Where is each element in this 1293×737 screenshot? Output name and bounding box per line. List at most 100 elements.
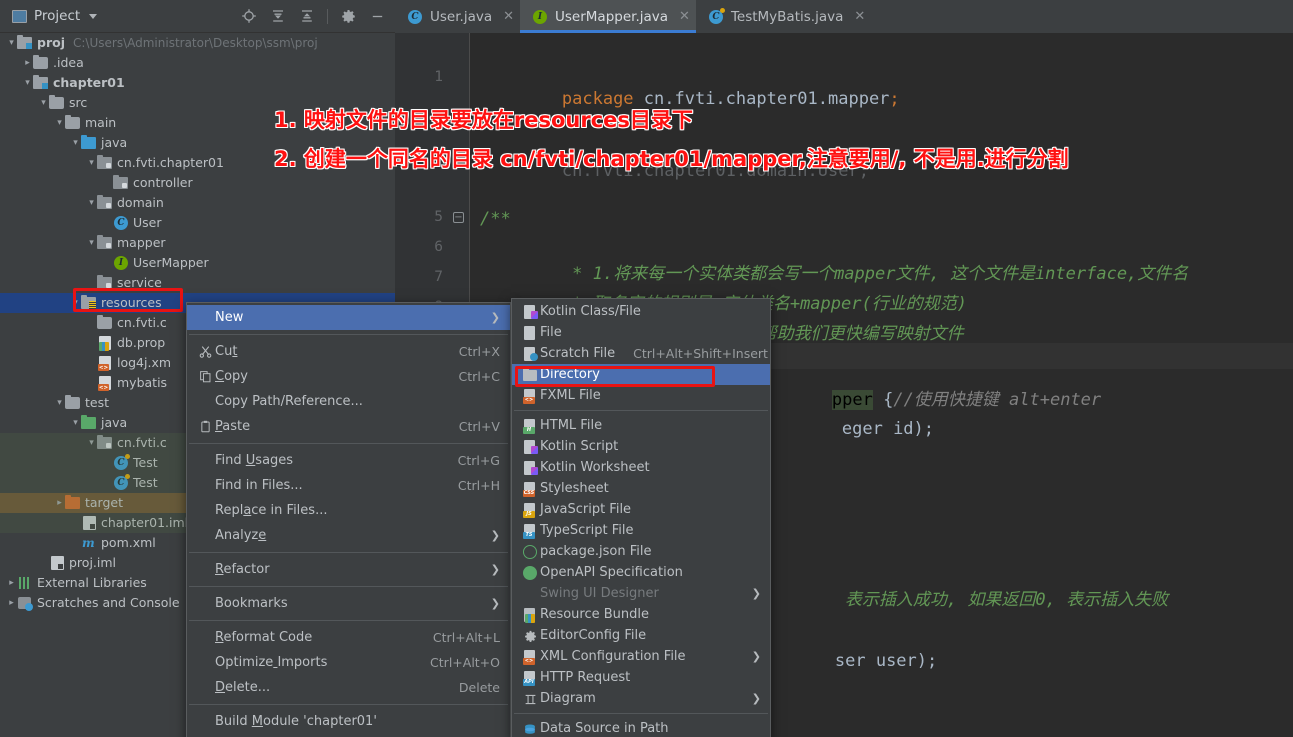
new-submenu[interactable]: Kotlin Class/File File Scratch File Ctrl+Al… (511, 298, 771, 737)
menu-item-delete[interactable]: Delete... Delete (187, 675, 510, 700)
chevron-right-icon: ❯ (490, 529, 500, 542)
chevron-down-icon[interactable]: ▾ (70, 298, 81, 309)
menu-item-paste[interactable]: Paste Ctrl+V (187, 414, 510, 439)
new-menu-item-resource-bundle[interactable]: Resource Bundle (512, 604, 770, 625)
menu-item-label: Resource Bundle (540, 607, 650, 622)
chevron-down-icon[interactable]: ▾ (86, 238, 97, 249)
chevron-down-icon[interactable]: ▾ (38, 98, 49, 109)
tree-node-service[interactable]: service (0, 273, 395, 293)
scratch-file-icon (520, 346, 540, 362)
new-menu-item-directory[interactable]: Directory (512, 364, 770, 385)
close-icon[interactable]: ✕ (503, 9, 514, 24)
close-icon[interactable]: ✕ (679, 9, 690, 24)
new-menu-item-fxml-file[interactable]: <> FXML File (512, 385, 770, 406)
chevron-down-icon[interactable]: ▾ (70, 418, 81, 429)
menu-item-build-module-chapter01[interactable]: Build Module 'chapter01' (187, 709, 510, 734)
project-panel-title: Project (34, 8, 81, 24)
chevron-down-icon[interactable]: ▾ (54, 398, 65, 409)
menu-item-label: Analyze (215, 528, 267, 543)
new-menu-item-scratch-file[interactable]: Scratch File Ctrl+Alt+Shift+Insert (512, 343, 770, 364)
chevron-right-icon: ❯ (751, 650, 761, 663)
tree-node-chapter01[interactable]: ▾ chapter01 (0, 73, 395, 93)
scratches-icon-icon (17, 595, 33, 611)
menu-item-reformat-code[interactable]: Reformat Code Ctrl+Alt+L (187, 625, 510, 650)
editor-tab-testmybatis-java[interactable]: C TestMyBatis.java ✕ (696, 0, 871, 33)
fold-collapse-icon[interactable]: − (453, 212, 464, 223)
menu-item-copy-path-reference[interactable]: Copy Path/Reference... (187, 389, 510, 414)
tree-node-controller[interactable]: controller (0, 173, 395, 193)
tree-node-usermapper[interactable]: I UserMapper (0, 253, 395, 273)
minimize-icon[interactable] (369, 8, 386, 25)
menu-item-label: Copy (215, 369, 248, 384)
new-menu-item-xml-configuration-file[interactable]: <> XML Configuration File ❯ (512, 646, 770, 667)
new-menu-item-javascript-file[interactable]: JS JavaScript File (512, 499, 770, 520)
menu-item-replace-in-files[interactable]: Replace in Files... (187, 498, 510, 523)
chevron-down-icon[interactable]: ▾ (6, 38, 17, 49)
new-menu-item-stylesheet[interactable]: CSS Stylesheet (512, 478, 770, 499)
tree-node--idea[interactable]: ▸ .idea (0, 53, 395, 73)
tree-node-user[interactable]: C User (0, 213, 395, 233)
chevron-right-icon[interactable]: ▸ (22, 58, 33, 69)
chevron-down-icon[interactable]: ▾ (86, 158, 97, 169)
new-menu-item-typescript-file[interactable]: TS TypeScript File (512, 520, 770, 541)
editor-tab-usermapper-java[interactable]: I UserMapper.java ✕ (520, 0, 696, 33)
tree-node-mapper[interactable]: ▾ mapper (0, 233, 395, 253)
locate-icon[interactable] (240, 8, 257, 25)
expand-all-icon[interactable] (269, 8, 286, 25)
new-menu-item-package-json-file[interactable]: package.json File (512, 541, 770, 562)
tree-node-domain[interactable]: ▾ domain (0, 193, 395, 213)
new-menu-item-kotlin-class-file[interactable]: Kotlin Class/File (512, 301, 770, 322)
chevron-down-icon[interactable]: ▾ (22, 78, 33, 89)
chevron-down-icon[interactable]: ▾ (86, 438, 97, 449)
editor-tab-label: TestMyBatis.java (730, 8, 844, 25)
tree-node-label: src (69, 94, 88, 110)
tree-node-label: service (117, 274, 162, 290)
new-menu-item-diagram[interactable]: Diagram ❯ (512, 688, 770, 709)
menu-item-label: Paste (215, 419, 251, 434)
close-icon[interactable]: ✕ (854, 9, 865, 24)
chevron-right-icon[interactable]: ▸ (6, 578, 17, 589)
new-menu-item-file[interactable]: File (512, 322, 770, 343)
new-menu-item-openapi-specification[interactable]: OpenAPI Specification (512, 562, 770, 583)
editor-tab-user-java[interactable]: C User.java ✕ (395, 0, 520, 33)
kotlin-worksheet-icon (520, 460, 540, 476)
menu-item-copy[interactable]: Copy Ctrl+C (187, 364, 510, 389)
chevron-down-icon[interactable]: ▾ (54, 118, 65, 129)
menu-item-label: File (540, 325, 562, 340)
menu-item-shortcut: Ctrl+G (457, 453, 500, 468)
chevron-down-icon[interactable]: ▾ (70, 138, 81, 149)
new-menu-item-http-request[interactable]: API HTTP Request (512, 667, 770, 688)
iml-file-icon (49, 555, 65, 571)
tree-node-label: db.prop (117, 334, 166, 350)
context-menu[interactable]: New ❯ Cut Ctrl+X Copy Ctrl+C Copy Path/Referen… (186, 302, 511, 737)
tree-node-label: controller (133, 174, 193, 190)
menu-item-refactor[interactable]: Refactor ❯ (187, 557, 510, 582)
resource-bundle-icon (520, 607, 540, 623)
menu-item-cut[interactable]: Cut Ctrl+X (187, 339, 510, 364)
tree-node-label: cn.fvti.c (117, 314, 167, 330)
new-menu-item-kotlin-script[interactable]: Kotlin Script (512, 436, 770, 457)
menu-item-shortcut: Ctrl+V (458, 419, 500, 434)
chevron-down-icon[interactable] (89, 13, 98, 19)
menu-item-optimize-imports[interactable]: Optimize Imports Ctrl+Alt+O (187, 650, 510, 675)
new-menu-item-data-source-in-path[interactable]: Data Source in Path (512, 718, 770, 737)
editor-tabbar[interactable]: C User.java ✕ I UserMapper.java ✕ C TestMyBatis… (395, 0, 1293, 33)
menu-item-label: Copy Path/Reference... (215, 394, 363, 409)
menu-item-label: FXML File (540, 388, 601, 403)
new-menu-item-kotlin-worksheet[interactable]: Kotlin Worksheet (512, 457, 770, 478)
menu-item-new[interactable]: New ❯ (187, 305, 510, 330)
new-menu-item-editorconfig-file[interactable]: EditorConfig File (512, 625, 770, 646)
menu-item-bookmarks[interactable]: Bookmarks ❯ (187, 591, 510, 616)
menu-item-find-in-files[interactable]: Find in Files... Ctrl+H (187, 473, 510, 498)
collapse-all-icon[interactable] (298, 8, 315, 25)
chevron-right-icon[interactable]: ▸ (54, 498, 65, 509)
tree-node-proj[interactable]: ▾ proj C:\Users\Administrator\Desktop\ssm\… (0, 33, 395, 53)
gear-icon[interactable] (340, 8, 357, 25)
new-menu-item-html-file[interactable]: H HTML File (512, 415, 770, 436)
chevron-right-icon[interactable]: ▸ (6, 598, 17, 609)
menu-item-find-usages[interactable]: Find Usages Ctrl+G (187, 448, 510, 473)
menu-item-analyze[interactable]: Analyze ❯ (187, 523, 510, 548)
chevron-down-icon[interactable]: ▾ (86, 198, 97, 209)
